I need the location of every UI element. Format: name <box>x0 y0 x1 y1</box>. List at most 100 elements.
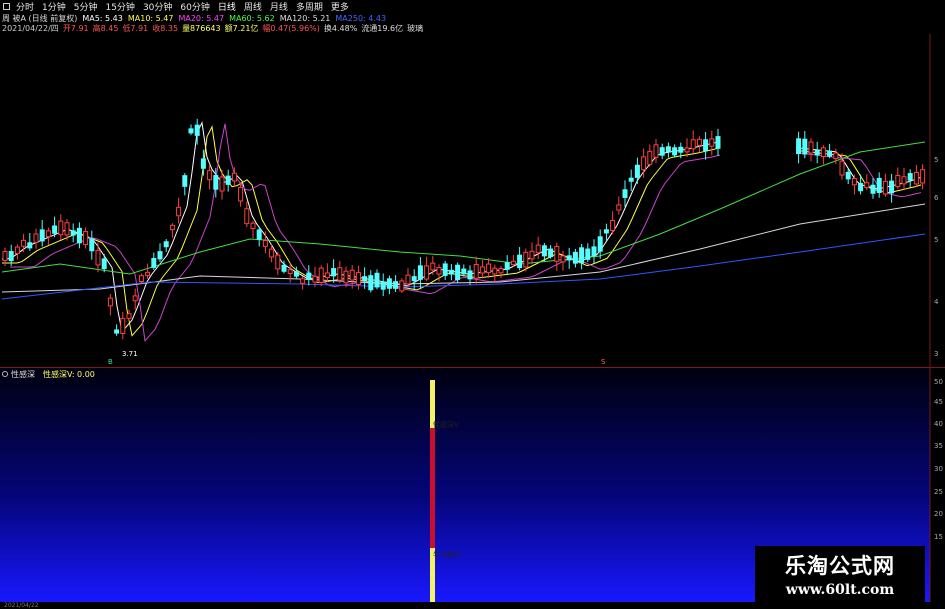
candle <box>14 246 20 254</box>
candle <box>39 229 45 242</box>
period-tab-daily[interactable]: 日线 <box>214 0 240 13</box>
candle <box>430 262 436 271</box>
candle <box>504 262 510 270</box>
watermark-title: 乐淘公式网 <box>785 554 895 578</box>
price-axis-label: 5 <box>934 236 939 244</box>
candle <box>58 220 64 236</box>
indicator-axis-label: 50 <box>934 378 943 386</box>
candle <box>107 297 113 307</box>
indicator-axis-label: 35 <box>934 442 943 450</box>
candle <box>579 247 585 264</box>
price-axis-label: 3 <box>934 350 939 358</box>
period-tab-monthly[interactable]: 月线 <box>266 0 292 13</box>
indicator-axis-label: 40 <box>934 420 943 428</box>
indicator-bar-middle <box>430 428 435 548</box>
period-tab-60min[interactable]: 60分钟 <box>176 0 213 13</box>
candle <box>424 265 430 280</box>
candle <box>510 260 516 266</box>
candle <box>362 276 368 282</box>
candle <box>870 184 876 194</box>
period-tab-multi[interactable]: 多周期 <box>292 0 327 13</box>
candle <box>411 276 417 282</box>
quote-open: 开7.91 <box>62 24 89 33</box>
candle <box>27 242 33 249</box>
candle <box>597 236 603 252</box>
candle <box>622 189 628 198</box>
candle <box>591 246 597 257</box>
candle <box>262 240 268 247</box>
candle <box>858 182 864 192</box>
candle <box>101 258 107 270</box>
buy-marker: B <box>108 358 113 366</box>
candle <box>213 175 219 190</box>
candlestick-chart[interactable] <box>0 34 945 367</box>
candle <box>231 172 237 182</box>
period-tab-30min[interactable]: 30分钟 <box>139 0 176 13</box>
candle <box>907 173 913 181</box>
candle <box>882 180 888 195</box>
candle <box>647 150 653 165</box>
candle <box>616 204 622 211</box>
ma60-value: MA60: 5.62 <box>229 14 275 23</box>
indicator-axis-label: 30 <box>934 465 943 473</box>
quote-high: 高8.45 <box>92 24 119 33</box>
candle <box>287 269 293 275</box>
period-tab-1min[interactable]: 1分钟 <box>38 0 70 13</box>
candle <box>603 229 609 234</box>
indicator-axis-label: 15 <box>934 533 943 541</box>
ma20-value: MA20: 5.47 <box>178 14 225 23</box>
candle <box>169 224 175 231</box>
candle <box>386 278 392 289</box>
candle <box>833 152 839 160</box>
candle <box>250 222 256 230</box>
period-tab-intraday[interactable]: 分时 <box>12 0 38 13</box>
candle <box>696 138 702 146</box>
candle <box>244 208 250 225</box>
candle <box>393 281 399 289</box>
candle <box>281 264 287 272</box>
candle <box>709 138 715 147</box>
candle <box>548 248 554 258</box>
candle <box>8 251 14 262</box>
period-tab-weekly[interactable]: 周线 <box>240 0 266 13</box>
indicator-axis-label: 20 <box>934 510 943 518</box>
period-tab-more[interactable]: 更多 <box>327 0 353 13</box>
candle <box>138 275 144 282</box>
candle <box>21 239 27 247</box>
menu-icon[interactable] <box>3 3 10 10</box>
candle <box>455 264 461 281</box>
candle <box>659 147 665 156</box>
candle <box>194 124 200 136</box>
candle <box>864 182 870 189</box>
candle <box>820 147 826 158</box>
candle <box>318 267 324 283</box>
candle <box>641 156 647 171</box>
candle <box>529 250 535 260</box>
candle <box>120 318 126 335</box>
period-toolbar: 分时 1分钟 5分钟 15分钟 30分钟 60分钟 日线 周线 月线 多周期 更… <box>0 0 945 13</box>
candle <box>461 268 467 275</box>
candle <box>678 146 684 153</box>
indicator-axis-label: 45 <box>934 398 943 406</box>
candle <box>814 149 820 156</box>
period-tab-5min[interactable]: 5分钟 <box>70 0 102 13</box>
candle <box>33 233 39 243</box>
candle <box>52 225 58 234</box>
candle <box>703 139 709 152</box>
candle <box>808 141 814 154</box>
candle <box>349 269 355 281</box>
candle <box>715 136 721 149</box>
watermark: 乐淘公式网 www.60lt.com <box>755 546 925 602</box>
candle <box>920 169 926 184</box>
candle <box>300 278 306 284</box>
candle <box>380 281 386 290</box>
period-tab-15min[interactable]: 15分钟 <box>101 0 138 13</box>
candle <box>517 254 523 269</box>
candle <box>151 257 157 268</box>
low-price-label: 3.71 <box>122 350 138 358</box>
candle <box>188 128 194 134</box>
candle <box>653 144 659 158</box>
quote-volume: 量876643 <box>182 24 221 33</box>
candle <box>839 160 845 176</box>
candle <box>238 186 244 202</box>
